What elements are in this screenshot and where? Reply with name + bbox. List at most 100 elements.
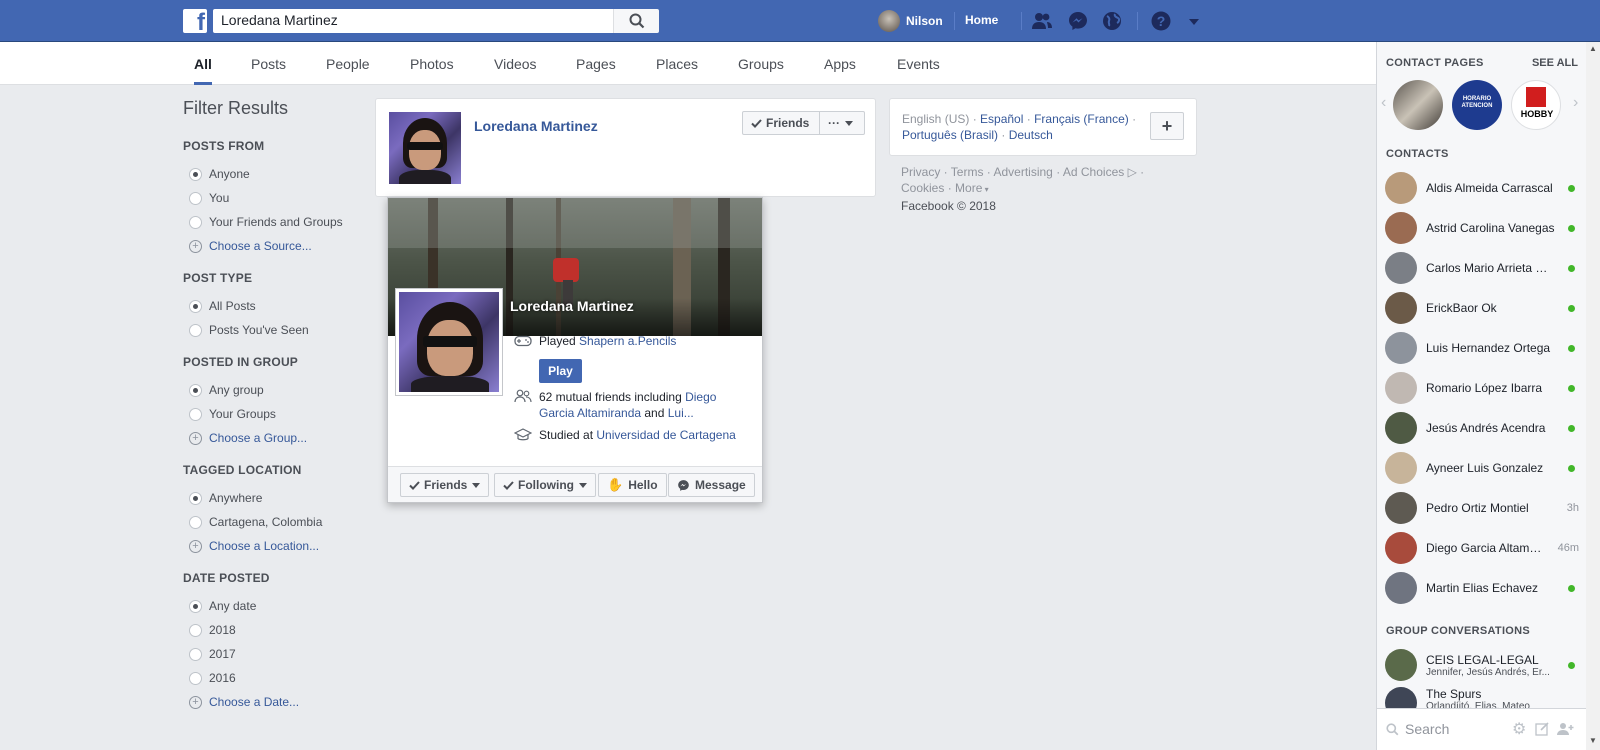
hovercard-profile-photo[interactable] [396, 289, 502, 395]
online-status-icon [1568, 224, 1575, 232]
tab-places[interactable]: Places [656, 56, 698, 85]
profile-photo[interactable] [389, 112, 461, 184]
tab-events[interactable]: Events [897, 56, 940, 85]
contact-item[interactable]: Ayneer Luis Gonzalez [1385, 450, 1579, 486]
chat-search-input[interactable]: Search [1405, 721, 1449, 737]
filter-option-2017[interactable]: 2017 [183, 642, 363, 666]
globe-icon[interactable] [1101, 10, 1123, 32]
filter-option-friends-groups[interactable]: Your Friends and Groups [183, 210, 363, 234]
tab-photos[interactable]: Photos [410, 56, 454, 85]
filter-option-anywhere[interactable]: Anywhere [183, 486, 363, 510]
footer-link-advertising[interactable]: Advertising [993, 165, 1052, 179]
radio-icon [189, 623, 202, 637]
contact-item[interactable]: Astrid Carolina Vanegas [1385, 210, 1579, 246]
gear-icon[interactable]: ⚙ [1512, 719, 1526, 739]
contact-page-thumb[interactable]: HOBBY [1511, 80, 1561, 130]
compose-icon[interactable] [1535, 722, 1550, 736]
contact-item[interactable]: Diego Garcia Altamiranda 46m [1385, 530, 1579, 566]
filter-label: Choose a Date... [209, 695, 300, 709]
filter-option-anyone[interactable]: Anyone [183, 162, 363, 186]
chevron-left-icon[interactable]: ‹ [1381, 94, 1386, 112]
game-link[interactable]: Shapern a.Pencils [579, 334, 676, 348]
footer-link-more[interactable]: More [955, 181, 982, 195]
tab-people[interactable]: People [326, 56, 370, 85]
language-link[interactable]: Español [980, 112, 1023, 126]
contact-page-thumb[interactable]: HORARIO ATENCION [1452, 80, 1502, 130]
language-link[interactable]: Deutsch [1009, 128, 1053, 142]
filter-option-all-posts[interactable]: All Posts [183, 294, 363, 318]
radio-selected-icon [189, 491, 202, 505]
school-link[interactable]: Universidad de Cartagena [596, 428, 735, 442]
messenger-icon[interactable] [1067, 10, 1089, 32]
new-group-icon[interactable] [1557, 722, 1575, 736]
footer-link-terms[interactable]: Terms [951, 165, 984, 179]
group-conversation-item[interactable]: CEIS LEGAL-LEGAL Jennifer, Jesús Andrés, … [1385, 647, 1579, 683]
group-conversation-item[interactable]: The Spurs Órlandíitó, Elias, Mateo [1385, 687, 1579, 709]
footer-link-ad-choices[interactable]: Ad Choices [1063, 165, 1124, 179]
wave-hello-button[interactable]: ✋ Hello [598, 473, 667, 497]
tab-apps[interactable]: Apps [824, 56, 856, 85]
account-menu-chevron-down-icon[interactable] [1183, 10, 1205, 32]
contact-item[interactable]: ErickBaor Ok [1385, 290, 1579, 326]
hovercard-friends-button[interactable]: Friends [400, 473, 490, 497]
contact-item[interactable]: Martin Elias Echavez [1385, 570, 1579, 606]
filter-option-2018[interactable]: 2018 [183, 618, 363, 642]
filter-option-2016[interactable]: 2016 [183, 666, 363, 690]
contact-item[interactable]: Pedro Ortiz Montiel 3h [1385, 490, 1579, 526]
contact-item[interactable]: Jesús Andrés Acendra [1385, 410, 1579, 446]
language-link[interactable]: Français (France) [1034, 112, 1129, 126]
search-input[interactable]: Loredana Martinez [213, 9, 613, 33]
hovercard-name-link[interactable]: Loredana Martinez [510, 298, 634, 314]
avatar [1385, 292, 1417, 324]
page-scrollbar[interactable]: ▲ ▼ [1586, 42, 1600, 750]
tab-all[interactable]: All [194, 56, 212, 85]
tab-groups[interactable]: Groups [738, 56, 784, 85]
contact-name: Astrid Carolina Vanegas [1426, 221, 1555, 235]
filter-option-posts-seen[interactable]: Posts You've Seen [183, 318, 363, 342]
tab-videos[interactable]: Videos [494, 56, 537, 85]
mutual-friend-link[interactable]: Lui... [668, 406, 694, 420]
add-language-button[interactable]: + [1150, 112, 1184, 140]
filter-option-any-group[interactable]: Any group [183, 378, 363, 402]
message-button[interactable]: Message [668, 473, 755, 497]
search-icon [1386, 723, 1399, 736]
help-icon[interactable]: ? [1150, 10, 1172, 32]
play-button[interactable]: Play [539, 359, 582, 383]
filter-option-you[interactable]: You [183, 186, 363, 210]
filter-option-your-groups[interactable]: Your Groups [183, 402, 363, 426]
choose-date-link[interactable]: + Choose a Date... [183, 690, 363, 714]
filter-option-any-date[interactable]: Any date [183, 594, 363, 618]
friends-button[interactable]: Friends [742, 111, 820, 135]
contact-item[interactable]: Romario López Ibarra [1385, 370, 1579, 406]
contact-item[interactable]: Aldis Almeida Carrascal [1385, 170, 1579, 206]
profile-link[interactable]: Nilson [878, 10, 943, 32]
contact-page-thumb[interactable] [1393, 80, 1443, 130]
contact-name: Pedro Ortiz Montiel [1426, 501, 1529, 515]
following-button[interactable]: Following [494, 473, 596, 497]
see-all-link[interactable]: SEE ALL [1532, 57, 1578, 69]
result-name-link[interactable]: Loredana Martinez [474, 118, 598, 134]
chevron-right-icon[interactable]: › [1573, 94, 1578, 112]
footer-link-privacy[interactable]: Privacy [901, 165, 940, 179]
contact-item[interactable]: Luis Hernandez Ortega [1385, 330, 1579, 366]
scroll-up-icon[interactable]: ▲ [1589, 44, 1597, 53]
search-button[interactable] [613, 9, 659, 33]
scroll-down-icon[interactable]: ▼ [1589, 736, 1597, 745]
choose-group-link[interactable]: + Choose a Group... [183, 426, 363, 450]
more-options-button[interactable]: ··· [819, 111, 865, 135]
home-link[interactable]: Home [965, 13, 998, 27]
last-active-time: 3h [1566, 502, 1579, 514]
tab-posts[interactable]: Posts [251, 56, 286, 85]
contact-item[interactable]: Carlos Mario Arrieta Rios [1385, 250, 1579, 286]
facebook-logo-icon[interactable]: f [183, 9, 207, 33]
choose-source-link[interactable]: + Choose a Source... [183, 234, 363, 258]
language-link[interactable]: Português (Brasil) [902, 128, 998, 142]
contact-name: Ayneer Luis Gonzalez [1426, 461, 1544, 475]
tab-pages[interactable]: Pages [576, 56, 616, 85]
education-row: Studied at Universidad de Cartagena [514, 428, 736, 442]
choose-location-link[interactable]: + Choose a Location... [183, 534, 363, 558]
footer-link-cookies[interactable]: Cookies [901, 181, 944, 195]
friend-requests-icon[interactable] [1031, 10, 1053, 32]
filter-option-cartagena[interactable]: Cartagena, Colombia [183, 510, 363, 534]
language-card: English (US) · Español · Français (Franc… [889, 98, 1197, 156]
